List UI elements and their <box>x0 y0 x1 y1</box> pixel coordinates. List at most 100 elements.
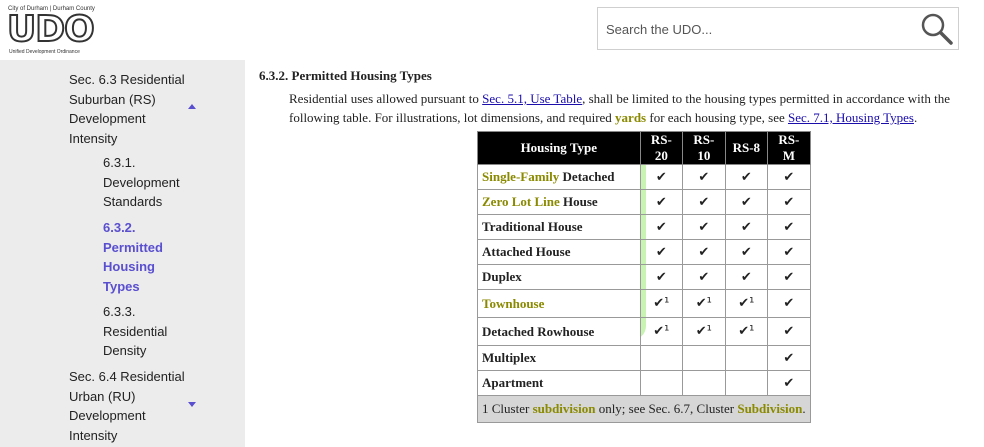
row-label-text: Traditional House <box>482 219 583 234</box>
header-rsm: RS-M <box>767 131 811 165</box>
sidebar-item-6-3-1[interactable]: 6.3.1. Development Standards <box>103 153 193 212</box>
header-rs10: RS-10 <box>682 131 726 165</box>
expand-arrow-icon[interactable] <box>188 402 196 407</box>
header-rs20: RS-20 <box>639 131 684 165</box>
row-label: Duplex <box>477 264 641 290</box>
zero-lot-line-term[interactable]: Zero Lot Line <box>482 194 560 209</box>
check-cell: ✔ <box>767 317 811 346</box>
check-cell: ✔¹ <box>724 289 769 318</box>
table-row: Multiplex ✔ <box>477 345 811 371</box>
check-cell: ✔¹ <box>639 317 684 346</box>
check-cell: ✔ <box>767 370 811 396</box>
section-heading: 6.3.2. Permitted Housing Types <box>259 68 432 83</box>
sidebar-item-label: 6.3.1. Development Standards <box>103 155 180 209</box>
use-table-link[interactable]: Sec. 5.1, Use Table <box>482 91 582 106</box>
check-cell: ✔ <box>682 189 726 215</box>
row-label: Attached House <box>477 239 641 265</box>
check-cell: ✔ <box>767 189 811 215</box>
row-label: Traditional House <box>477 214 641 240</box>
table-row: Townhouse ✔¹ ✔¹ ✔¹ ✔ <box>477 289 811 318</box>
check-cell: ✔¹ <box>682 289 726 318</box>
check-cell: ✔ <box>639 239 684 265</box>
sidebar-item-label: 6.3.2. Permitted Housing Types <box>103 220 163 294</box>
check-cell: ✔ <box>682 214 726 240</box>
search-icon[interactable] <box>920 12 954 46</box>
sidebar-item-label: Sec. 6.4 Residential Urban (RU) Developm… <box>69 369 185 443</box>
check-cell: ✔ <box>724 239 769 265</box>
footnote-text: 1 Cluster <box>482 401 533 416</box>
check-cell: ✔ <box>724 264 769 290</box>
check-cell: ✔ <box>767 264 811 290</box>
para-text: . <box>913 110 918 125</box>
check-cell: ✔ <box>639 164 684 190</box>
table-row: Detached Rowhouse ✔¹ ✔¹ ✔¹ ✔ <box>477 317 811 346</box>
row-label-text: Multiplex <box>482 350 537 365</box>
sidebar-item-sec-6-3[interactable]: Sec. 6.3 Residential Suburban (RS) Devel… <box>69 70 189 148</box>
check-cell: ✔ <box>767 239 811 265</box>
table-footnote: 1 Cluster subdivision only; see Sec. 6.7… <box>477 395 811 423</box>
para-text: Residential uses allowed pursuant to <box>289 91 483 106</box>
check-cell: ✔¹ <box>724 317 769 346</box>
search-input[interactable] <box>604 16 908 42</box>
row-label-text: Detached Rowhouse <box>482 323 595 339</box>
table-row: Apartment ✔ <box>477 370 811 396</box>
yards-term[interactable]: yards <box>615 110 646 125</box>
check-cell <box>724 345 769 371</box>
single-family-term[interactable]: Single-Family <box>482 169 559 184</box>
row-label: Single-Family Detached <box>477 164 641 190</box>
check-cell <box>682 370 726 396</box>
check-cell <box>682 345 726 371</box>
row-label: Zero Lot Line House <box>477 189 641 215</box>
check-cell <box>724 370 769 396</box>
site-header: City of Durham | Durham County UDO Unifi… <box>0 0 984 60</box>
check-cell <box>639 345 684 371</box>
check-cell: ✔ <box>639 214 684 240</box>
check-cell <box>639 370 684 396</box>
sidebar-nav: Sec. 6.3 Residential Suburban (RS) Devel… <box>0 60 245 447</box>
footnote-text: . <box>802 401 806 416</box>
check-cell: ✔ <box>767 164 811 190</box>
row-label-text: Apartment <box>482 375 544 390</box>
collapse-arrow-icon[interactable] <box>188 104 196 109</box>
table-row: Duplex ✔ ✔ ✔ ✔ <box>477 264 811 290</box>
table-row: Zero Lot Line House ✔ ✔ ✔ ✔ <box>477 189 811 215</box>
check-cell: ✔ <box>682 164 726 190</box>
row-label-text: House <box>559 194 598 209</box>
check-cell: ✔¹ <box>639 289 684 318</box>
check-cell: ✔ <box>724 189 769 215</box>
check-cell: ✔ <box>767 289 811 318</box>
row-label-text: Detached <box>559 169 615 184</box>
intro-paragraph: Residential uses allowed pursuant to Sec… <box>289 89 984 127</box>
sidebar-item-6-3-3[interactable]: 6.3.3. Residential Density <box>103 302 193 361</box>
table-header-row: Housing Type RS-20 RS-10 RS-8 RS-M <box>477 131 811 165</box>
table-row: Single-Family Detached ✔ ✔ ✔ ✔ <box>477 164 811 190</box>
logo-wordmark: UDO <box>6 9 96 51</box>
housing-types-table: Housing Type RS-20 RS-10 RS-8 RS-M Singl… <box>477 131 811 423</box>
sidebar-item-sec-6-4[interactable]: Sec. 6.4 Residential Urban (RU) Developm… <box>69 367 189 445</box>
row-label: Multiplex <box>477 345 641 371</box>
udo-logo[interactable]: City of Durham | Durham County UDO Unifi… <box>6 6 99 55</box>
check-cell: ✔ <box>767 345 811 371</box>
check-cell: ✔ <box>682 239 726 265</box>
subdivision-term[interactable]: Subdivision <box>737 401 802 416</box>
search-box <box>597 7 959 50</box>
row-label: Detached Rowhouse <box>477 317 641 346</box>
housing-types-link[interactable]: Sec. 7.1, Housing Types <box>788 110 914 125</box>
sidebar-item-6-3-2[interactable]: 6.3.2. Permitted Housing Types <box>103 218 193 296</box>
footnote-text: only; see Sec. 6.7, Cluster <box>595 401 738 416</box>
check-cell: ✔¹ <box>682 317 726 346</box>
sidebar-item-label: 6.3.3. Residential Density <box>103 304 168 358</box>
table-row: Traditional House ✔ ✔ ✔ ✔ <box>477 214 811 240</box>
header-rs8: RS-8 <box>724 131 769 165</box>
row-label-text: Attached House <box>482 244 571 259</box>
table-row: Attached House ✔ ✔ ✔ ✔ <box>477 239 811 265</box>
townhouse-term[interactable]: Townhouse <box>482 296 544 311</box>
row-label: Apartment <box>477 370 641 396</box>
header-housing-type: Housing Type <box>477 131 641 165</box>
check-cell: ✔ <box>639 189 684 215</box>
subdivision-term[interactable]: subdivision <box>533 401 596 416</box>
para-text: for each housing type, see <box>646 110 788 125</box>
check-cell: ✔ <box>724 164 769 190</box>
check-cell: ✔ <box>639 264 684 290</box>
table-footnote-row: 1 Cluster subdivision only; see Sec. 6.7… <box>477 395 811 423</box>
